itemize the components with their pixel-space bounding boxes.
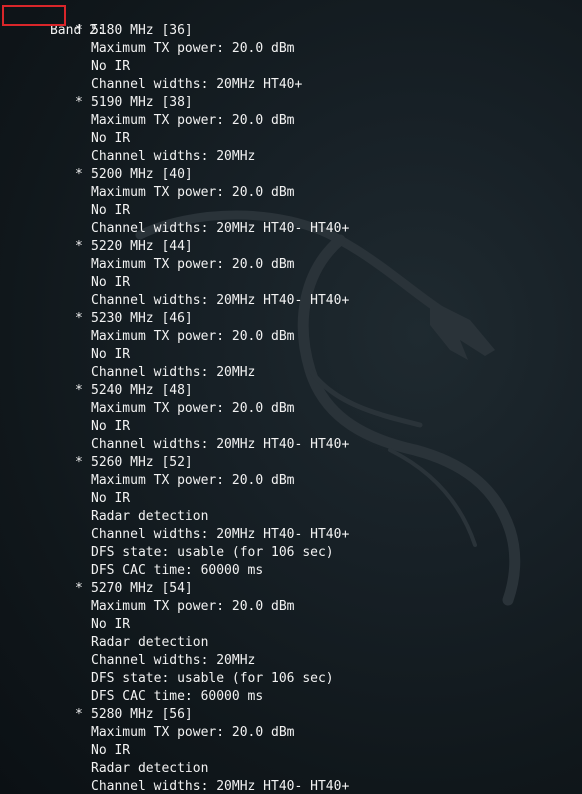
channel-detail: Radar detection xyxy=(91,635,209,650)
channel-detail-line: No IR xyxy=(0,274,582,292)
channel-detail: DFS state: usable (for 106 sec) xyxy=(91,671,334,686)
channel-detail-line: Maximum TX power: 20.0 dBm xyxy=(0,112,582,130)
channel-detail: Maximum TX power: 20.0 dBm xyxy=(91,41,295,56)
channel-detail: Channel widths: 20MHz xyxy=(91,365,256,380)
channel-detail: No IR xyxy=(91,743,131,758)
channel-detail-line: Maximum TX power: 20.0 dBm xyxy=(0,328,582,346)
channel-detail: Maximum TX power: 20.0 dBm xyxy=(91,257,295,272)
channel-detail: No IR xyxy=(91,59,131,74)
channel-detail: No IR xyxy=(91,275,131,290)
channel-detail-line: Maximum TX power: 20.0 dBm xyxy=(0,400,582,418)
channel-detail-line: Channel widths: 20MHz HT40- HT40+ xyxy=(0,526,582,544)
channel-frequency-line: * 5190 MHz [38] xyxy=(0,94,582,112)
channel-detail-line: Maximum TX power: 20.0 dBm xyxy=(0,256,582,274)
channel-detail-line: Channel widths: 20MHz HT40- HT40+ xyxy=(0,220,582,238)
channel-frequency: 5270 MHz [54] xyxy=(91,581,193,596)
channel-detail: No IR xyxy=(91,491,131,506)
channel-frequency: 5200 MHz [40] xyxy=(91,167,193,182)
channel-frequency-line: * 5240 MHz [48] xyxy=(0,382,582,400)
channel-frequency-line: * 5180 MHz [36] xyxy=(0,22,582,40)
channel-detail-line: Maximum TX power: 20.0 dBm xyxy=(0,472,582,490)
channel-frequency-line: * 5280 MHz [56] xyxy=(0,706,582,724)
channel-detail-line: No IR xyxy=(0,616,582,634)
channel-detail-line: Channel widths: 20MHz HT40- HT40+ xyxy=(0,292,582,310)
channel-detail-line: No IR xyxy=(0,130,582,148)
channel-detail: Channel widths: 20MHz HT40+ xyxy=(91,77,303,92)
channel-bullet: * xyxy=(75,167,83,182)
channel-detail: Channel widths: 20MHz HT40- HT40+ xyxy=(91,527,350,542)
channel-bullet: * xyxy=(75,23,83,38)
channel-detail: Maximum TX power: 20.0 dBm xyxy=(91,599,295,614)
channel-bullet: * xyxy=(75,95,83,110)
channel-bullet: * xyxy=(75,311,83,326)
channel-detail: Channel widths: 20MHz HT40- HT40+ xyxy=(91,293,350,308)
channel-detail-line: Radar detection xyxy=(0,634,582,652)
channel-detail: Maximum TX power: 20.0 dBm xyxy=(91,185,295,200)
channel-frequency-line: * 5220 MHz [44] xyxy=(0,238,582,256)
band-header-line: Band 2: xyxy=(0,4,582,38)
channel-frequency: 5240 MHz [48] xyxy=(91,383,193,398)
channel-detail: Channel widths: 20MHz xyxy=(91,653,256,668)
channel-bullet: * xyxy=(75,707,83,722)
channel-detail: Maximum TX power: 20.0 dBm xyxy=(91,473,295,488)
channel-detail-line: No IR xyxy=(0,202,582,220)
channel-bullet: * xyxy=(75,581,83,596)
channel-detail: Radar detection xyxy=(91,509,209,524)
terminal-window[interactable]: Band 2: * 5180 MHz [36] Maximum TX power: … xyxy=(0,0,582,794)
channel-detail-line: No IR xyxy=(0,490,582,508)
channel-detail: Radar detection xyxy=(91,761,209,776)
channel-detail-line: No IR xyxy=(0,418,582,436)
channel-frequency-line: * 5270 MHz [54] xyxy=(0,580,582,598)
channel-detail-line: Radar detection xyxy=(0,508,582,526)
channel-frequency: 5180 MHz [36] xyxy=(91,23,193,38)
channel-detail: Channel widths: 20MHz xyxy=(91,149,256,164)
channel-detail-line: DFS state: usable (for 106 sec) xyxy=(0,670,582,688)
channel-detail-line: Maximum TX power: 20.0 dBm xyxy=(0,40,582,58)
channel-detail-line: Maximum TX power: 20.0 dBm xyxy=(0,598,582,616)
channel-detail: No IR xyxy=(91,131,131,146)
channel-detail-line: Channel widths: 20MHz xyxy=(0,652,582,670)
channel-detail-line: DFS CAC time: 60000 ms xyxy=(0,562,582,580)
channel-detail-line: No IR xyxy=(0,346,582,364)
channel-detail: Maximum TX power: 20.0 dBm xyxy=(91,725,295,740)
channel-detail: Channel widths: 20MHz HT40- HT40+ xyxy=(91,779,350,794)
channel-bullet: * xyxy=(75,455,83,470)
channel-frequency-line: * 5230 MHz [46] xyxy=(0,310,582,328)
channel-detail-line: Channel widths: 20MHz xyxy=(0,148,582,166)
channel-frequency-line: * 5200 MHz [40] xyxy=(0,166,582,184)
channel-frequency: 5230 MHz [46] xyxy=(91,311,193,326)
channel-detail: DFS CAC time: 60000 ms xyxy=(91,563,264,578)
channel-frequency-line: * 5260 MHz [52] xyxy=(0,454,582,472)
channel-detail: DFS state: usable (for 106 sec) xyxy=(91,545,334,560)
channel-detail: No IR xyxy=(91,419,131,434)
channel-detail: Maximum TX power: 20.0 dBm xyxy=(91,401,295,416)
channel-detail-line: Channel widths: 20MHz HT40- HT40+ xyxy=(0,436,582,454)
channel-frequency: 5220 MHz [44] xyxy=(91,239,193,254)
channel-detail: Channel widths: 20MHz HT40- HT40+ xyxy=(91,437,350,452)
channel-bullet: * xyxy=(75,383,83,398)
channel-detail-line: Maximum TX power: 20.0 dBm xyxy=(0,184,582,202)
channel-detail-line: Maximum TX power: 20.0 dBm xyxy=(0,724,582,742)
channel-detail-line: DFS CAC time: 60000 ms xyxy=(0,688,582,706)
channel-detail: Maximum TX power: 20.0 dBm xyxy=(91,329,295,344)
channel-detail-line: Channel widths: 20MHz xyxy=(0,364,582,382)
channel-detail-line: No IR xyxy=(0,742,582,760)
channel-detail-line: Channel widths: 20MHz HT40- HT40+ xyxy=(0,778,582,794)
channel-detail-line: No IR xyxy=(0,58,582,76)
channel-detail: DFS CAC time: 60000 ms xyxy=(91,689,264,704)
channel-detail-line: Radar detection xyxy=(0,760,582,778)
channel-frequency: 5190 MHz [38] xyxy=(91,95,193,110)
channel-frequency: 5280 MHz [56] xyxy=(91,707,193,722)
channel-bullet: * xyxy=(75,239,83,254)
terminal-output: Band 2: * 5180 MHz [36] Maximum TX power: … xyxy=(0,4,582,794)
channel-detail-line: DFS state: usable (for 106 sec) xyxy=(0,544,582,562)
channel-frequency: 5260 MHz [52] xyxy=(91,455,193,470)
channel-detail: Channel widths: 20MHz HT40- HT40+ xyxy=(91,221,350,236)
channel-detail: No IR xyxy=(91,617,131,632)
channel-detail: Maximum TX power: 20.0 dBm xyxy=(91,113,295,128)
channel-detail: No IR xyxy=(91,203,131,218)
channel-detail: No IR xyxy=(91,347,131,362)
channel-detail-line: Channel widths: 20MHz HT40+ xyxy=(0,76,582,94)
